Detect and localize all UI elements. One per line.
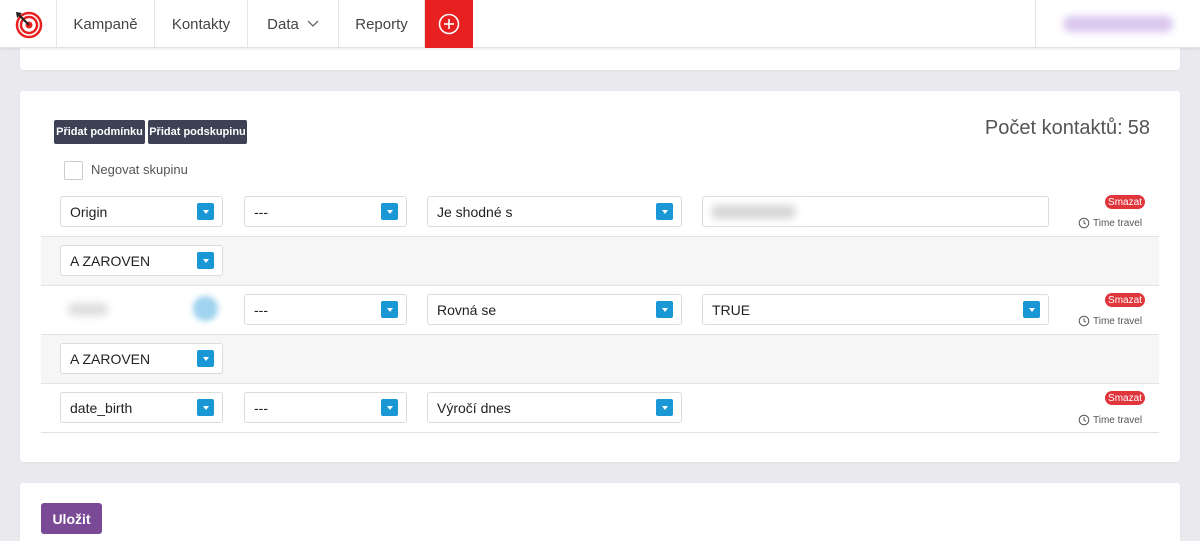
nav-item-data[interactable]: Data (248, 0, 339, 48)
connector-select[interactable]: A ZAROVEN (60, 343, 223, 374)
save-card (20, 483, 1180, 541)
connector-select[interactable]: A ZAROVEN (60, 245, 223, 276)
time-travel-button[interactable]: Time travel (1078, 312, 1142, 330)
dropdown-arrow-icon (381, 203, 398, 220)
row-divider (41, 285, 1159, 286)
nav-item-label: Reporty (355, 15, 408, 33)
time-travel-button[interactable]: Time travel (1078, 214, 1142, 232)
dropdown-arrow-icon (381, 399, 398, 416)
blurred-user-name (1063, 16, 1173, 32)
blurred-value (68, 303, 108, 316)
time-travel-button[interactable]: Time travel (1078, 411, 1142, 429)
negate-group-checkbox[interactable] (64, 161, 83, 180)
dropdown-arrow-icon (381, 301, 398, 318)
select-value: TRUE (712, 301, 751, 318)
delete-condition-button[interactable]: Smazat (1105, 195, 1145, 209)
condition-modifier-select[interactable]: --- (244, 294, 407, 325)
condition-field-select[interactable]: date_birth (60, 392, 223, 423)
contact-count: Počet kontaktů: 58 (960, 117, 1150, 140)
select-value: Rovná se (437, 301, 497, 318)
add-subgroup-button[interactable]: Přidat podskupinu (148, 120, 247, 144)
nav-item-kampane[interactable]: Kampaně (57, 0, 155, 48)
time-travel-label: Time travel (1093, 414, 1143, 426)
nav-item-label: Kampaně (73, 15, 138, 33)
select-value: Je shodné s (437, 203, 513, 220)
save-button[interactable]: Uložit (41, 503, 102, 534)
condition-value-select[interactable]: TRUE (702, 294, 1049, 325)
condition-operator-select[interactable]: Rovná se (427, 294, 682, 325)
clock-history-icon (1078, 315, 1090, 327)
clock-history-icon (1078, 217, 1090, 229)
condition-modifier-select[interactable]: --- (244, 392, 407, 423)
nav-item-label: Kontakty (171, 15, 231, 33)
dropdown-arrow-icon (656, 399, 673, 416)
select-value: A ZAROVEN (70, 252, 151, 269)
condition-value-input[interactable] (702, 196, 1049, 227)
condition-field-select[interactable] (60, 294, 223, 325)
dropdown-arrow-icon (1023, 301, 1040, 318)
delete-condition-button[interactable]: Smazat (1105, 293, 1145, 307)
nav-item-reporty[interactable]: Reporty (339, 0, 425, 48)
time-travel-label: Time travel (1093, 217, 1143, 229)
condition-operator-select[interactable]: Výročí dnes (427, 392, 682, 423)
blurred-value (711, 205, 796, 219)
contact-count-label: Počet kontaktů: (984, 117, 1123, 139)
nav-item-kontakty[interactable]: Kontakty (155, 0, 248, 48)
top-navigation: Kampaně Kontakty Data Reporty (0, 0, 1200, 48)
time-travel-label: Time travel (1093, 315, 1143, 327)
select-value: Origin (70, 203, 108, 220)
select-value: --- (254, 399, 268, 416)
condition-field-select[interactable]: Origin (60, 196, 223, 227)
condition-modifier-select[interactable]: --- (244, 196, 407, 227)
row-divider (41, 432, 1159, 433)
select-value: Výročí dnes (437, 399, 511, 416)
select-value: date_birth (70, 399, 133, 416)
target-logo-icon[interactable] (0, 0, 57, 48)
dropdown-arrow-icon (193, 296, 218, 321)
select-value: --- (254, 301, 268, 318)
dropdown-arrow-icon (197, 399, 214, 416)
dropdown-arrow-icon (656, 301, 673, 318)
select-value: A ZAROVEN (70, 350, 151, 367)
clock-history-icon (1078, 414, 1090, 426)
add-condition-button[interactable]: Přidat podmínku (54, 120, 145, 144)
condition-operator-select[interactable]: Je shodné s (427, 196, 682, 227)
row-divider (41, 383, 1159, 384)
add-button[interactable] (425, 0, 473, 48)
plus-circle-icon (438, 13, 460, 35)
chevron-down-icon (307, 20, 319, 27)
dropdown-arrow-icon (197, 350, 214, 367)
nav-item-label: Data (267, 15, 299, 33)
dropdown-arrow-icon (197, 203, 214, 220)
contact-count-value: 58 (1127, 117, 1150, 139)
dropdown-arrow-icon (656, 203, 673, 220)
delete-condition-button[interactable]: Smazat (1105, 391, 1145, 405)
dropdown-arrow-icon (197, 252, 214, 269)
negate-group-label: Negovat skupinu (91, 162, 188, 177)
user-menu[interactable] (1035, 0, 1200, 48)
select-value: --- (254, 203, 268, 220)
